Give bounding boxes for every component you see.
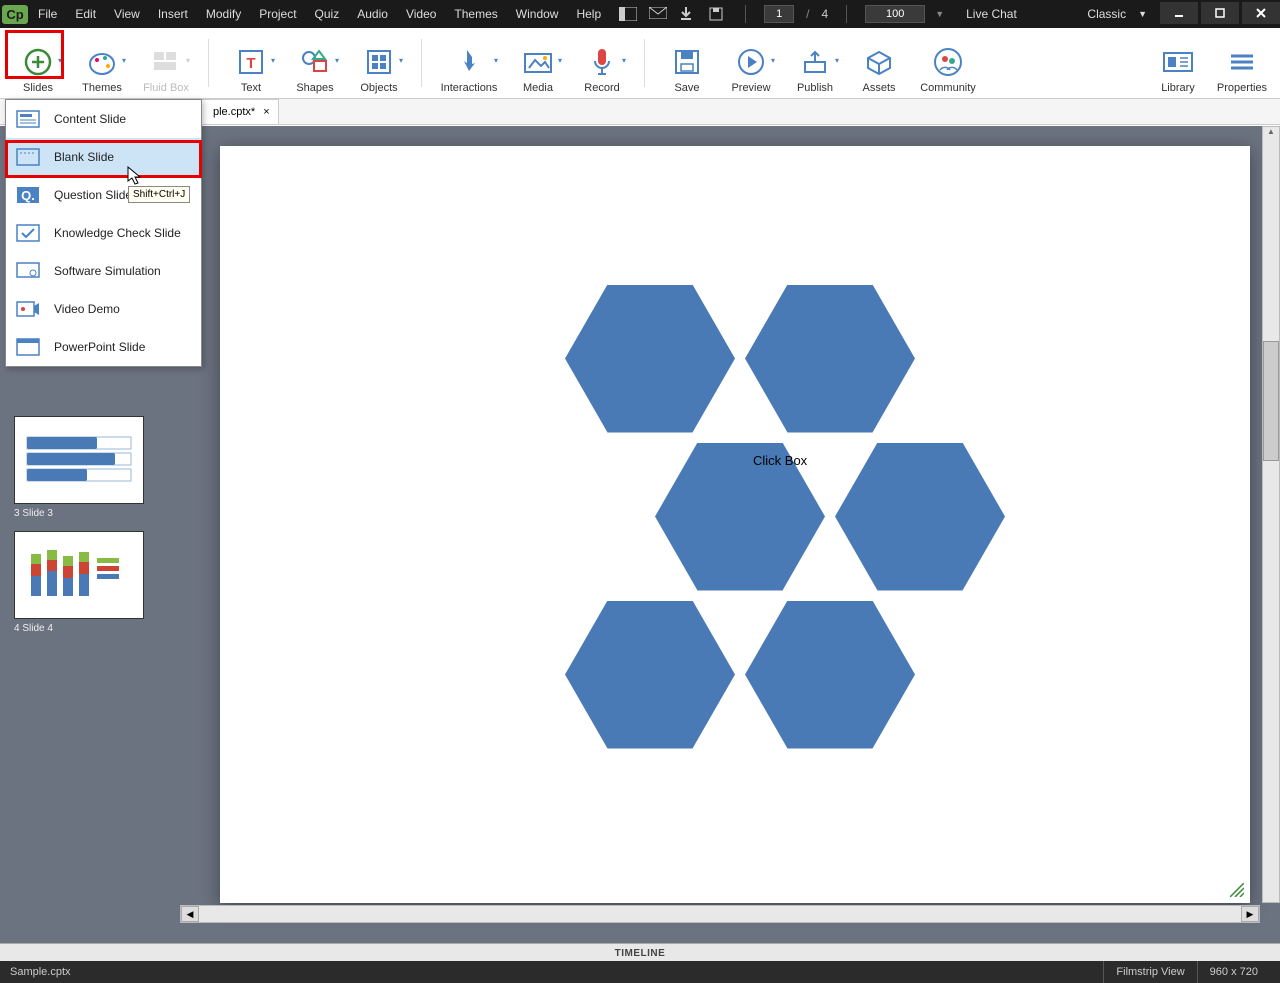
menu-software-sim-label: Software Simulation — [54, 264, 161, 278]
menu-modify[interactable]: Modify — [198, 1, 249, 27]
svg-text:T: T — [246, 55, 255, 72]
menu-question-slide-label: Question Slide — [54, 188, 132, 202]
ribbon-library[interactable]: Library — [1146, 32, 1210, 94]
minimize-button[interactable] — [1160, 2, 1198, 24]
slide-canvas[interactable]: Click Box — [220, 146, 1250, 903]
click-box-label: Click Box — [753, 453, 807, 468]
menu-knowledge-check-label: Knowledge Check Slide — [54, 226, 181, 240]
ribbon-community[interactable]: Community — [911, 32, 985, 94]
video-demo-icon — [16, 300, 40, 318]
slide-thumb-4-label: 4 Slide 4 — [14, 623, 180, 634]
status-filename: Sample.cptx — [10, 966, 71, 978]
ribbon-toolbar: ▾Slides ▾Themes ▾Fluid Box T ▾Text ▾Shap… — [0, 28, 1280, 99]
live-chat-link[interactable]: Live Chat — [966, 7, 1017, 21]
menu-quiz[interactable]: Quiz — [307, 1, 348, 27]
menu-project[interactable]: Project — [251, 1, 304, 27]
cursor-icon — [127, 166, 143, 186]
menu-edit[interactable]: Edit — [67, 1, 104, 27]
menu-blank-slide[interactable]: Blank Slide — [6, 138, 201, 176]
mail-icon[interactable] — [649, 7, 667, 21]
titlebar-tools: / 4 100 ▼ — [619, 5, 944, 23]
menu-knowledge-check[interactable]: Knowledge Check Slide — [6, 214, 201, 252]
knowledge-check-icon — [16, 224, 40, 242]
maximize-button[interactable] — [1201, 2, 1239, 24]
resize-handle-icon[interactable] — [1230, 883, 1244, 897]
hexagon-4[interactable] — [835, 443, 1005, 591]
document-tab-label: ple.cptx* — [213, 106, 255, 118]
ribbon-themes[interactable]: ▾Themes — [70, 32, 134, 94]
hexagon-2[interactable] — [745, 285, 915, 433]
slide-thumb-4[interactable] — [14, 531, 144, 619]
ribbon-shapes[interactable]: ▾Shapes — [283, 32, 347, 94]
content-slide-icon — [16, 110, 40, 128]
title-bar: Cp File Edit View Insert Modify Project … — [0, 0, 1280, 28]
hexagon-1[interactable] — [565, 285, 735, 433]
slides-dropdown-menu: Content Slide Blank Slide Q. Question Sl… — [5, 99, 202, 367]
vertical-scrollbar[interactable]: ▲ — [1262, 126, 1280, 903]
ribbon-publish[interactable]: ▾Publish — [783, 32, 847, 94]
ribbon-record[interactable]: ▾Record — [570, 32, 634, 94]
zoom-select[interactable]: 100 — [865, 5, 925, 23]
hexagon-6[interactable] — [745, 601, 915, 749]
ribbon-fluidbox: ▾Fluid Box — [134, 32, 198, 94]
ribbon-properties[interactable]: Properties — [1210, 32, 1274, 94]
save-icon[interactable] — [709, 7, 727, 21]
hexagon-5[interactable] — [565, 601, 735, 749]
horizontal-scrollbar[interactable]: ◀ ▶ — [180, 905, 1260, 923]
menu-content-slide-label: Content Slide — [54, 112, 126, 126]
menu-window[interactable]: Window — [508, 1, 567, 27]
hexagon-group: Click Box — [535, 285, 935, 765]
menu-video-demo-label: Video Demo — [54, 302, 120, 316]
menu-audio[interactable]: Audio — [349, 1, 396, 27]
ribbon-objects[interactable]: ▾Objects — [347, 32, 411, 94]
blank-slide-icon — [16, 148, 40, 166]
menu-help[interactable]: Help — [568, 1, 609, 27]
menu-bar: File Edit View Insert Modify Project Qui… — [30, 1, 609, 27]
shortcut-tooltip: Shift+Ctrl+J — [128, 186, 190, 203]
ribbon-slides[interactable]: ▾Slides — [6, 32, 70, 94]
slide-thumb-3-label: 3 Slide 3 — [14, 508, 180, 519]
question-slide-icon: Q. — [16, 186, 40, 204]
page-current-input[interactable] — [764, 5, 794, 23]
ribbon-assets[interactable]: Assets — [847, 32, 911, 94]
status-bar: Sample.cptx Filmstrip View 960 x 720 — [0, 961, 1280, 983]
svg-text:Q.: Q. — [21, 188, 35, 203]
powerpoint-icon — [16, 338, 40, 356]
ribbon-text[interactable]: T ▾Text — [219, 32, 283, 94]
ribbon-interactions[interactable]: ▾Interactions — [432, 32, 506, 94]
menu-insert[interactable]: Insert — [150, 1, 196, 27]
menu-software-simulation[interactable]: Software Simulation — [6, 252, 201, 290]
menu-blank-slide-label: Blank Slide — [54, 150, 114, 164]
menu-themes[interactable]: Themes — [446, 1, 505, 27]
menu-content-slide[interactable]: Content Slide — [6, 100, 201, 138]
menu-view[interactable]: View — [106, 1, 148, 27]
status-dimensions: 960 x 720 — [1197, 961, 1270, 983]
page-total: 4 — [822, 7, 829, 21]
ribbon-media[interactable]: ▾Media — [506, 32, 570, 94]
slide-thumb-3[interactable] — [14, 416, 144, 504]
workspace-switcher[interactable]: Classic▼ — [1081, 3, 1147, 25]
ribbon-preview[interactable]: ▾Preview — [719, 32, 783, 94]
ribbon-save[interactable]: Save — [655, 32, 719, 94]
document-tab[interactable]: ple.cptx* × — [200, 99, 279, 124]
app-logo: Cp — [0, 0, 30, 28]
menu-file[interactable]: File — [30, 1, 65, 27]
menu-video[interactable]: Video — [398, 1, 444, 27]
download-icon[interactable] — [679, 7, 697, 21]
page-sep: / — [806, 7, 809, 21]
menu-powerpoint-slide[interactable]: PowerPoint Slide — [6, 328, 201, 366]
close-tab-icon[interactable]: × — [263, 106, 269, 118]
layout-icon[interactable] — [619, 7, 637, 21]
menu-video-demo[interactable]: Video Demo — [6, 290, 201, 328]
menu-powerpoint-label: PowerPoint Slide — [54, 340, 145, 354]
software-sim-icon — [16, 262, 40, 280]
close-button[interactable] — [1242, 2, 1280, 24]
timeline-panel-header[interactable]: TIMELINE — [0, 943, 1280, 963]
status-view-mode[interactable]: Filmstrip View — [1103, 961, 1196, 983]
canvas-area: Click Box ▲ ◀ ▶ — [180, 126, 1280, 943]
